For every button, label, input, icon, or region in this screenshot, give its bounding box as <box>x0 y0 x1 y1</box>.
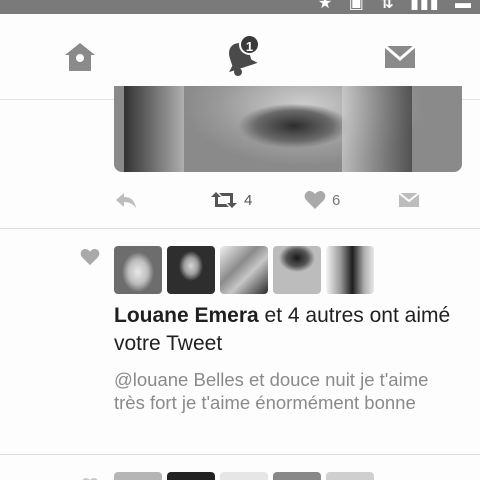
photo-detail-left <box>124 86 184 172</box>
avatar[interactable] <box>326 472 374 480</box>
status-bar: ★ ▣ ⇅ ▮▮▮ ▬ <box>0 0 480 14</box>
photo-detail-right <box>342 86 412 172</box>
heart-icon <box>82 478 98 480</box>
retweet-button[interactable]: 4 <box>210 186 252 214</box>
star-icon: ★ <box>317 0 334 12</box>
user-name[interactable]: Louane Emera <box>114 304 259 327</box>
avatar[interactable] <box>220 472 268 480</box>
avatar[interactable] <box>220 246 268 294</box>
liked-tweet-text[interactable]: @louane Belles et douce nuit je t'aime t… <box>114 368 464 414</box>
like-button[interactable]: 6 <box>304 186 340 214</box>
avatar[interactable] <box>167 472 215 480</box>
avatar-row <box>114 472 379 480</box>
avatar[interactable] <box>326 246 374 294</box>
data-arrows-icon: ⇅ <box>380 0 395 12</box>
status-bar-icons: ★ ▣ ⇅ ▮▮▮ ▬ <box>308 0 472 13</box>
notification-badge: 1 <box>239 34 260 55</box>
notifications-icon-wrap: 1 <box>220 34 260 77</box>
avatar[interactable] <box>167 246 215 294</box>
battery-icon: ▬ <box>455 0 472 12</box>
retweet-icon <box>211 192 237 208</box>
tweet-photo[interactable] <box>114 86 462 172</box>
direct-message-button[interactable] <box>398 186 420 214</box>
envelope-icon <box>384 44 416 68</box>
divider <box>0 228 480 229</box>
like-count: 6 <box>332 191 341 209</box>
retweet-count: 4 <box>244 191 253 209</box>
signal-icon: ▮▮▮ <box>410 0 440 12</box>
avatar[interactable] <box>273 472 321 480</box>
avatar[interactable] <box>273 246 321 294</box>
avatar-row <box>114 246 379 294</box>
heart-icon <box>304 191 326 209</box>
tweet-actions: 4 6 <box>114 186 434 214</box>
divider <box>0 454 480 455</box>
avatar[interactable] <box>114 246 162 294</box>
reply-button[interactable] <box>114 186 138 214</box>
notification-text[interactable]: Louane Emera et 4 autres ont aimé votre … <box>114 302 464 358</box>
envelope-icon <box>398 192 420 207</box>
reply-icon <box>116 193 136 208</box>
avatar[interactable] <box>114 472 162 480</box>
heart-icon <box>80 248 100 266</box>
vibrate-icon: ▣ <box>348 0 365 12</box>
home-icon <box>65 43 95 71</box>
